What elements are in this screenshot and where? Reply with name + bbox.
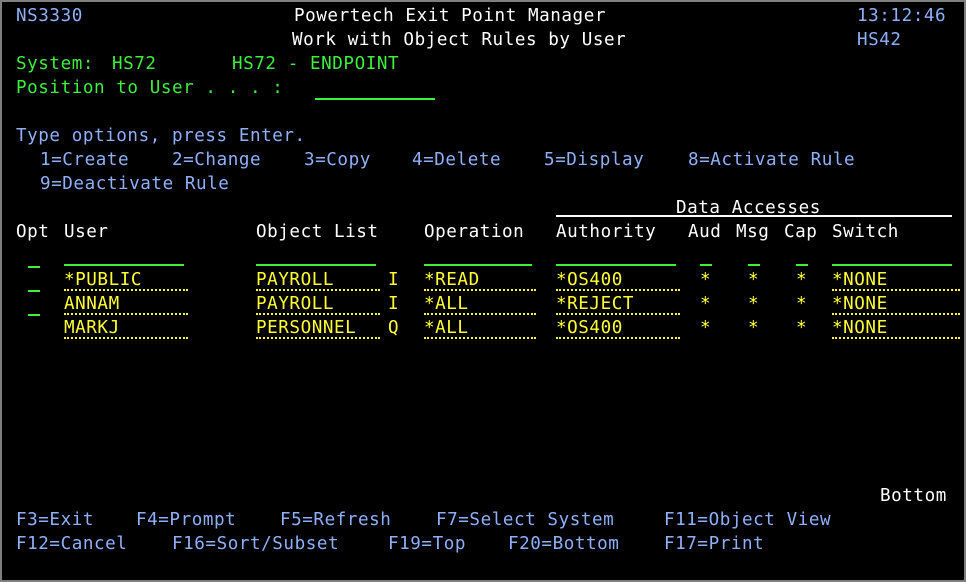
f11-object-view-key[interactable]: F11=Object View (664, 508, 831, 532)
row-option-input[interactable] (28, 276, 40, 292)
row-msg: * (748, 318, 760, 338)
option-delete: 4=Delete (412, 150, 502, 170)
list-status: Bottom (880, 486, 947, 506)
option-deactivate: 9=Deactivate Rule (40, 174, 230, 194)
row-option-input[interactable] (28, 252, 40, 268)
col-authority-underline (556, 264, 676, 266)
col-object-list-underline (256, 264, 376, 266)
position-label: Position to User . . . : (16, 78, 284, 98)
device-name: NS3330 (16, 6, 83, 26)
row-aud: * (700, 294, 712, 314)
row-aud: * (700, 270, 712, 290)
col-aud: Aud (688, 222, 722, 242)
row-list-type: I (388, 270, 400, 290)
option-create: 1=Create (40, 150, 130, 170)
row-cap: * (796, 294, 808, 314)
col-opt: Opt (16, 222, 50, 242)
col-operation-underline (424, 264, 532, 266)
system-description: HS72 - ENDPOINT (232, 54, 400, 74)
col-operation: Operation (424, 222, 525, 242)
f12-cancel-key[interactable]: F12=Cancel (16, 532, 127, 556)
row-cap: * (796, 318, 808, 338)
option-change: 2=Change (172, 150, 262, 170)
system-id: HS42 (857, 30, 902, 50)
app-title: Powertech Exit Point Manager (294, 6, 606, 26)
col-cap-underline (796, 264, 808, 266)
screen-title: Work with Object Rules by User (292, 30, 627, 50)
f20-bottom-key[interactable]: F20=Bottom (508, 532, 619, 556)
option-copy: 3=Copy (304, 150, 371, 170)
clock-time: 13:12:46 (857, 6, 947, 26)
f17-print-key[interactable]: F17=Print (664, 532, 764, 556)
col-user: User (64, 222, 109, 242)
f7-select-system-key[interactable]: F7=Select System (436, 508, 614, 532)
instructions-text: Type options, press Enter. (16, 126, 306, 146)
option-display: 5=Display (544, 150, 645, 170)
row-msg: * (748, 270, 760, 290)
row-option-input[interactable] (28, 300, 40, 316)
f16-sort-subset-key[interactable]: F16=Sort/Subset (172, 532, 339, 556)
col-authority: Authority (556, 222, 657, 242)
f19-top-key[interactable]: F19=Top (388, 532, 466, 556)
row-cap: * (796, 270, 808, 290)
system-name: HS72 (112, 54, 157, 74)
col-switch: Switch (832, 222, 899, 242)
f3-exit-key[interactable]: F3=Exit (16, 508, 94, 532)
col-msg-underline (748, 264, 760, 266)
row-list-type: I (388, 294, 400, 314)
f4-prompt-key[interactable]: F4=Prompt (136, 508, 236, 532)
col-cap: Cap (784, 222, 818, 242)
system-label: System: (16, 54, 94, 74)
col-switch-underline (832, 264, 952, 266)
data-accesses-divider (556, 215, 952, 217)
terminal-screen: NS3330 Powertech Exit Point Manager Work… (0, 0, 966, 582)
position-to-user-input[interactable] (315, 76, 435, 100)
col-msg: Msg (736, 222, 770, 242)
col-user-underline (64, 264, 184, 266)
row-msg: * (748, 294, 760, 314)
col-aud-underline (700, 264, 712, 266)
row-aud: * (700, 318, 712, 338)
col-object-list: Object List (256, 222, 379, 242)
f5-refresh-key[interactable]: F5=Refresh (280, 508, 391, 532)
option-activate: 8=Activate Rule (688, 150, 856, 170)
row-list-type: Q (388, 318, 400, 338)
